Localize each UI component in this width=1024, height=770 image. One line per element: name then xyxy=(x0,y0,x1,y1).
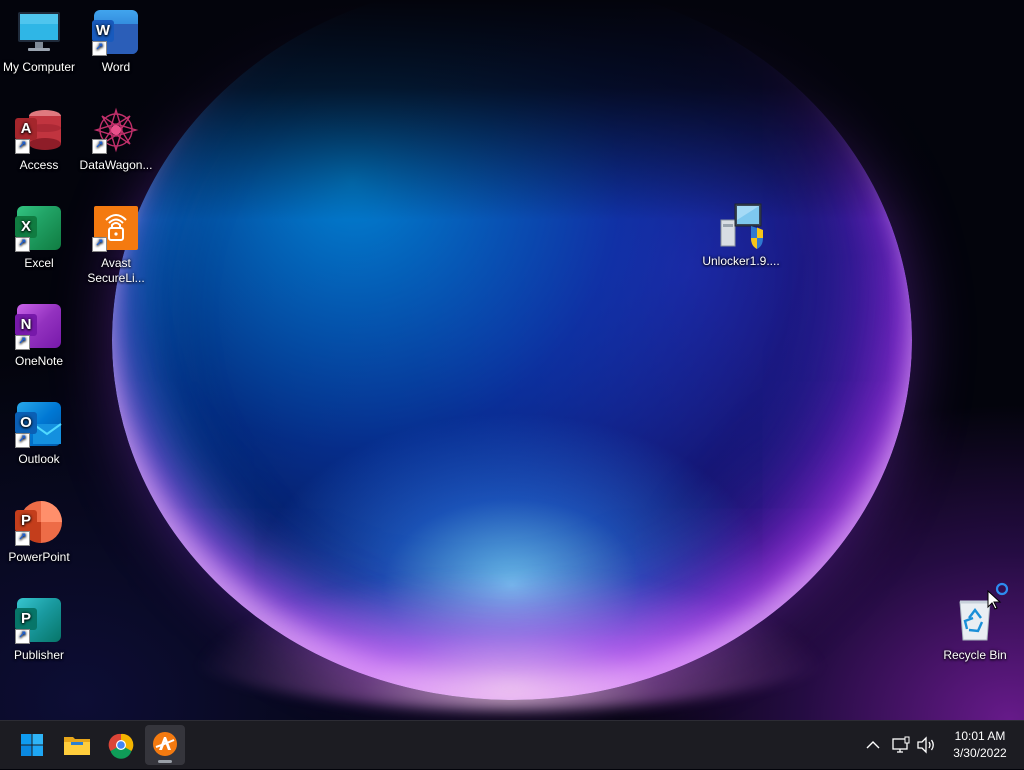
word-icon: W ↗ xyxy=(92,8,140,56)
chrome-icon xyxy=(108,733,134,759)
mouse-cursor-icon xyxy=(986,582,1012,610)
active-app-indicator xyxy=(158,760,172,763)
tray-network-button[interactable] xyxy=(890,733,912,757)
desktop-icon-datawagon[interactable]: ↗ DataWagon... xyxy=(77,106,155,173)
powerpoint-icon: P ↗ xyxy=(15,498,63,546)
desktop-icon-publisher[interactable]: P ↗ Publisher xyxy=(0,596,78,663)
desktop-icon-label: Unlocker1.9.... xyxy=(702,254,780,268)
shortcut-arrow-icon: ↗ xyxy=(92,237,107,252)
desktop-icon-outlook[interactable]: O ↗ Outlook xyxy=(0,400,78,467)
outlook-icon: O ↗ xyxy=(15,400,63,448)
clock-time: 10:01 AM xyxy=(954,729,1006,743)
desktop-icon-label: Publisher xyxy=(13,648,65,662)
excel-icon: X ↗ xyxy=(15,204,63,252)
desktop-icon-label: Outlook xyxy=(18,452,60,466)
desktop-icon-label: PowerPoint xyxy=(8,550,70,564)
desktop-icon-word[interactable]: W ↗ Word xyxy=(77,8,155,75)
desktop-icon-avast-secureline[interactable]: ↗ Avast SecureLi... xyxy=(77,204,155,286)
onenote-icon: N ↗ xyxy=(15,302,63,350)
taskbar-start-button[interactable] xyxy=(12,725,52,765)
shortcut-arrow-icon: ↗ xyxy=(15,433,30,448)
desktop-icon-unlocker[interactable]: Unlocker1.9.... xyxy=(702,202,780,269)
monitor-icon xyxy=(15,8,63,56)
desktop-icon-access[interactable]: A ↗ Access xyxy=(0,106,78,173)
taskbar-file-explorer-button[interactable] xyxy=(57,725,97,765)
chevron-up-icon xyxy=(866,741,880,749)
taskbar: 10:01 AM 3/30/2022 xyxy=(0,720,1024,769)
avast-lock-icon: ↗ xyxy=(92,204,140,252)
publisher-icon: P ↗ xyxy=(15,596,63,644)
taskbar-avast-button[interactable] xyxy=(145,725,185,765)
windows-start-icon xyxy=(21,734,43,756)
access-icon: A ↗ xyxy=(15,106,63,154)
tray-overflow-button[interactable] xyxy=(862,733,884,757)
shortcut-arrow-icon: ↗ xyxy=(15,237,30,252)
shortcut-arrow-icon: ↗ xyxy=(92,139,107,154)
folder-icon xyxy=(64,737,90,755)
tray-volume-button[interactable] xyxy=(914,733,938,757)
desktop-icon-my-computer[interactable]: My Computer xyxy=(0,8,78,75)
avast-icon xyxy=(153,732,177,756)
desktop-icon-excel[interactable]: X ↗ Excel xyxy=(0,204,78,271)
desktop-icon-powerpoint[interactable]: P ↗ PowerPoint xyxy=(0,498,78,565)
shortcut-arrow-icon: ↗ xyxy=(15,335,30,350)
shortcut-arrow-icon: ↗ xyxy=(15,139,30,154)
shortcut-arrow-icon: ↗ xyxy=(92,41,107,56)
desktop-icon-label: Word xyxy=(101,60,131,74)
desktop-icon-label: Recycle Bin xyxy=(943,648,1007,662)
desktop-icon-label: Avast SecureLi... xyxy=(87,256,145,285)
tray-clock[interactable]: 10:01 AM 3/30/2022 xyxy=(942,727,1018,763)
desktop-icon-label: OneNote xyxy=(14,354,64,368)
desktop-icon-onenote[interactable]: N ↗ OneNote xyxy=(0,302,78,369)
speaker-icon xyxy=(917,736,934,754)
desktop-icon-label: My Computer xyxy=(2,60,76,74)
shortcut-arrow-icon: ↗ xyxy=(15,531,30,546)
installer-icon xyxy=(717,202,765,250)
clock-date: 3/30/2022 xyxy=(953,746,1007,760)
wallpaper-orb-glow xyxy=(160,560,860,710)
datawagon-icon: ↗ xyxy=(92,106,140,154)
shortcut-arrow-icon: ↗ xyxy=(15,629,30,644)
desktop-icon-label: Excel xyxy=(24,256,54,270)
desktop-icon-label: Access xyxy=(19,158,59,172)
desktop-icon-label: DataWagon... xyxy=(79,158,153,172)
network-icon xyxy=(892,736,910,753)
taskbar-chrome-button[interactable] xyxy=(101,725,141,765)
